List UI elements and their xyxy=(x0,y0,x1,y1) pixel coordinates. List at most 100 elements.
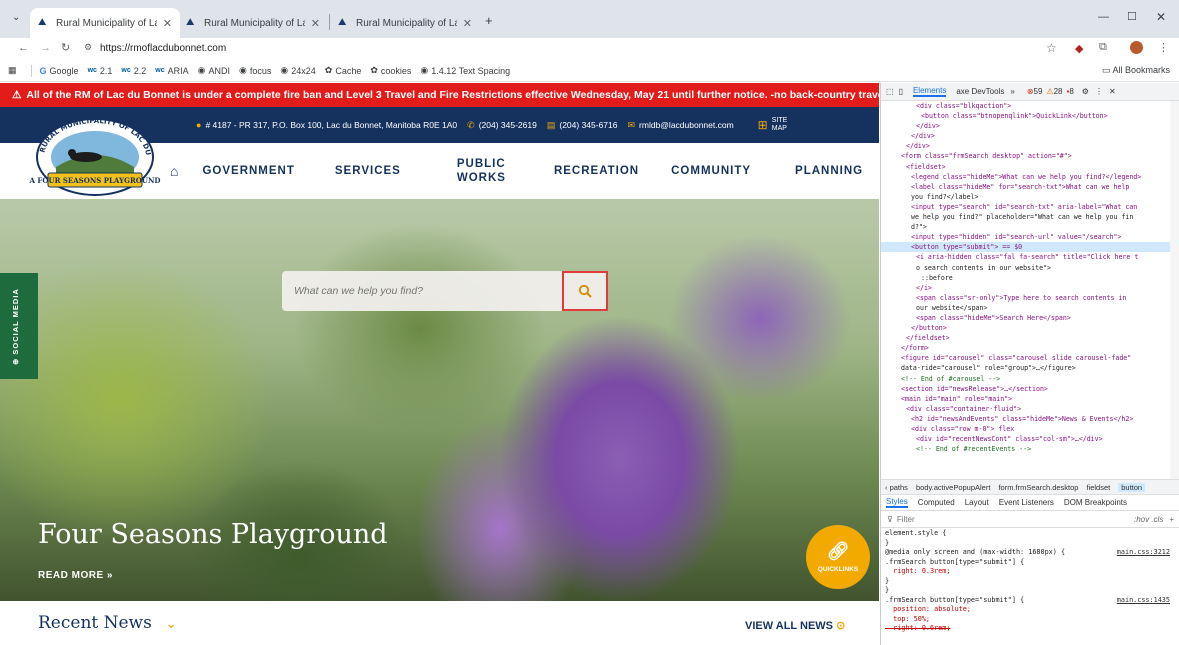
style-rule-line[interactable]: top: 50%; xyxy=(881,615,1170,625)
phone-link[interactable]: ✆ (204) 345-2619 xyxy=(467,120,537,131)
new-rule-icon[interactable]: + xyxy=(1169,515,1174,524)
dom-tree-scrollbar[interactable] xyxy=(1170,101,1179,479)
dom-tree-line[interactable]: you find?</label> xyxy=(881,192,1170,202)
extensions-puzzle-icon[interactable]: ⧉ xyxy=(1099,41,1107,54)
address-bar[interactable]: https://rmoflacdubonnet.com xyxy=(100,43,226,54)
quicklinks-button[interactable]: 🔗︎ QUICKLINKS xyxy=(806,525,870,589)
dom-tree-line[interactable]: ::before xyxy=(881,273,1170,283)
chevron-down-icon[interactable]: ⌄ xyxy=(165,616,177,632)
dom-tree-line[interactable]: <fieldset> xyxy=(881,162,1170,172)
dom-tree-line[interactable]: d?"> xyxy=(881,222,1170,232)
styles-subtab[interactable]: Layout xyxy=(965,498,989,507)
dom-tree-line[interactable]: <legend class="hideMe">What can we help … xyxy=(881,172,1170,182)
reload-icon[interactable]: ↻ xyxy=(61,41,70,54)
maximize-icon[interactable]: ☐ xyxy=(1127,10,1137,23)
apps-grid-icon[interactable]: ▦ xyxy=(8,65,17,76)
settings-gear-icon[interactable]: ⚙ xyxy=(1082,87,1089,96)
styles-subtab[interactable]: Event Listeners xyxy=(999,498,1054,507)
dom-tree-line[interactable]: we help you find?" placeholder="What can… xyxy=(881,212,1170,222)
dom-tree-line[interactable]: <label class="hideMe" for="search-txt">W… xyxy=(881,182,1170,192)
view-all-news-link[interactable]: VIEW ALL NEWS ⊙ xyxy=(745,619,845,632)
style-rule-line[interactable]: position: absolute; xyxy=(881,605,1170,615)
breadcrumb-item[interactable]: body.activePopupAlert xyxy=(916,483,991,492)
bookmark-andi[interactable]: ◉ ANDI xyxy=(198,65,230,76)
nav-community[interactable]: COMMUNITY xyxy=(671,165,751,177)
dom-tree-line[interactable]: </fieldset> xyxy=(881,333,1170,343)
bookmark-cookies[interactable]: ✿ cookies xyxy=(370,65,411,76)
dom-tree-line[interactable]: <div id="recentNewsCont" class="col-sm">… xyxy=(881,434,1170,444)
dom-tree-line[interactable]: <!-- End of #carousel --> xyxy=(881,374,1170,384)
stylesheet-source-link[interactable]: main.css:3212 xyxy=(1117,548,1170,558)
breadcrumb-item[interactable]: button xyxy=(1118,482,1146,492)
dom-tree-line[interactable]: </button> xyxy=(881,323,1170,333)
dom-tree[interactable]: <div class="blkqaction"> <button class="b… xyxy=(881,101,1170,479)
tab-axe-devtools[interactable]: axe DevTools xyxy=(956,87,1004,96)
dom-tree-line[interactable]: <section id="newsRelease">…</section> xyxy=(881,384,1170,394)
info-count[interactable]: 8 xyxy=(1069,87,1073,96)
search-submit-button[interactable] xyxy=(562,271,608,311)
dom-tree-line[interactable]: <div class="container-fluid"> xyxy=(881,404,1170,414)
bookmark-24x24[interactable]: ◉ 24x24 xyxy=(280,65,315,76)
more-tabs-icon[interactable]: » xyxy=(1010,87,1014,96)
nav-recreation[interactable]: RECREATION xyxy=(554,165,639,177)
bookmark-google[interactable]: G Google xyxy=(40,66,79,76)
style-rule-line[interactable]: .frmSearch button[type="submit"] {main.c… xyxy=(881,596,1170,606)
style-rule-line[interactable]: } xyxy=(881,539,1170,549)
dom-tree-line[interactable]: <h2 id="newsAndEvents" class="hideMe">Ne… xyxy=(881,414,1170,424)
site-map-link[interactable]: ⊞ SITE MAP xyxy=(758,117,798,133)
bookmark-wcag22[interactable]: wc 2.2 xyxy=(121,66,146,76)
nav-services[interactable]: SERVICES xyxy=(335,165,401,177)
all-bookmarks[interactable]: ▭ All Bookmarks xyxy=(1102,65,1170,76)
extension-icon[interactable]: ◆ xyxy=(1075,42,1083,55)
dom-tree-line[interactable]: <span class="sr-only">Type here to searc… xyxy=(881,293,1170,303)
breadcrumb-item[interactable]: form.frmSearch.desktop xyxy=(998,483,1078,492)
inspect-element-icon[interactable]: ⬚ xyxy=(886,87,894,96)
browser-tab-3[interactable]: ⛰ Rural Municipality of Lac Du Bo ✕ xyxy=(330,8,480,38)
styles-filter-input[interactable] xyxy=(896,514,1047,524)
stylesheet-source-link[interactable]: main.css:1435 xyxy=(1117,596,1170,606)
dom-tree-line[interactable]: <i aria-hidden class="fal fa-search" tit… xyxy=(881,252,1170,262)
dom-tree-line[interactable]: <!-- End of #recentEvents --> xyxy=(881,444,1170,454)
close-tab-icon[interactable]: ✕ xyxy=(163,17,172,30)
browser-tab-2[interactable]: ⛰ Rural Municipality of Lac Du Bo ✕ xyxy=(178,8,328,38)
browser-menu-icon[interactable]: ⋮ xyxy=(1158,41,1169,54)
bookmark-wcag21[interactable]: wc 2.1 xyxy=(88,66,113,76)
dom-tree-line[interactable]: <span class="hideMe">Search Here</span> xyxy=(881,313,1170,323)
style-rule-line[interactable]: right: 0.3rem; xyxy=(881,567,1170,577)
dom-tree-line[interactable]: o search contents in our website"> xyxy=(881,263,1170,273)
profile-avatar[interactable] xyxy=(1130,41,1143,54)
fire-ban-alert-banner[interactable]: ⚠ All of the RM of Lac du Bonnet is unde… xyxy=(0,83,879,107)
home-icon[interactable]: ⌂ xyxy=(170,163,178,179)
style-rule-line[interactable]: .frmSearch button[type="submit"] { xyxy=(881,558,1170,568)
read-more-link[interactable]: READ MORE » xyxy=(38,570,113,581)
window-close-icon[interactable]: ✕ xyxy=(1156,10,1166,24)
new-tab-icon[interactable]: + xyxy=(485,13,493,28)
dom-tree-line[interactable]: <form class="frmSearch desktop" action="… xyxy=(881,151,1170,161)
minimize-icon[interactable]: — xyxy=(1098,11,1109,23)
fax-link[interactable]: ▤ (204) 345-6716 xyxy=(547,120,618,131)
nav-government[interactable]: GOVERNMENT xyxy=(202,165,294,177)
dom-tree-line[interactable]: </form> xyxy=(881,343,1170,353)
warning-count[interactable]: 28 xyxy=(1054,87,1063,96)
social-media-tab[interactable]: ⊕ SOCIAL MEDIA xyxy=(0,273,38,379)
bookmark-focus[interactable]: ◉ focus xyxy=(239,65,271,76)
breadcrumb-item[interactable]: fieldset xyxy=(1086,483,1110,492)
error-count[interactable]: 59 xyxy=(1034,87,1043,96)
close-tab-icon[interactable]: ✕ xyxy=(463,17,472,30)
bookmark-cache[interactable]: ✿ Cache xyxy=(325,65,362,76)
dom-tree-line[interactable]: </div> xyxy=(881,121,1170,131)
dom-tree-line[interactable]: <div class="blkqaction"> xyxy=(881,101,1170,111)
dom-tree-line[interactable]: </div> xyxy=(881,141,1170,151)
breadcrumb-item[interactable]: ‹ paths xyxy=(885,483,908,492)
style-rule-line[interactable]: } xyxy=(881,577,1170,587)
device-toolbar-icon[interactable]: ▯ xyxy=(899,87,903,96)
devtools-menu-icon[interactable]: ⋮ xyxy=(1095,87,1103,96)
search-input[interactable] xyxy=(282,271,562,311)
style-rule-line[interactable]: right: 0.6rem; xyxy=(881,624,1170,634)
styles-subtab[interactable]: Styles xyxy=(886,497,908,508)
dom-tree-line[interactable]: our website</span> xyxy=(881,303,1170,313)
dom-tree-line[interactable]: </i> xyxy=(881,283,1170,293)
dom-tree-line[interactable]: <button type="submit"> == $0 xyxy=(881,242,1170,253)
email-link[interactable]: ✉ rmldb@lacdubonnet.com xyxy=(628,120,734,131)
styles-subtab[interactable]: Computed xyxy=(918,498,955,507)
